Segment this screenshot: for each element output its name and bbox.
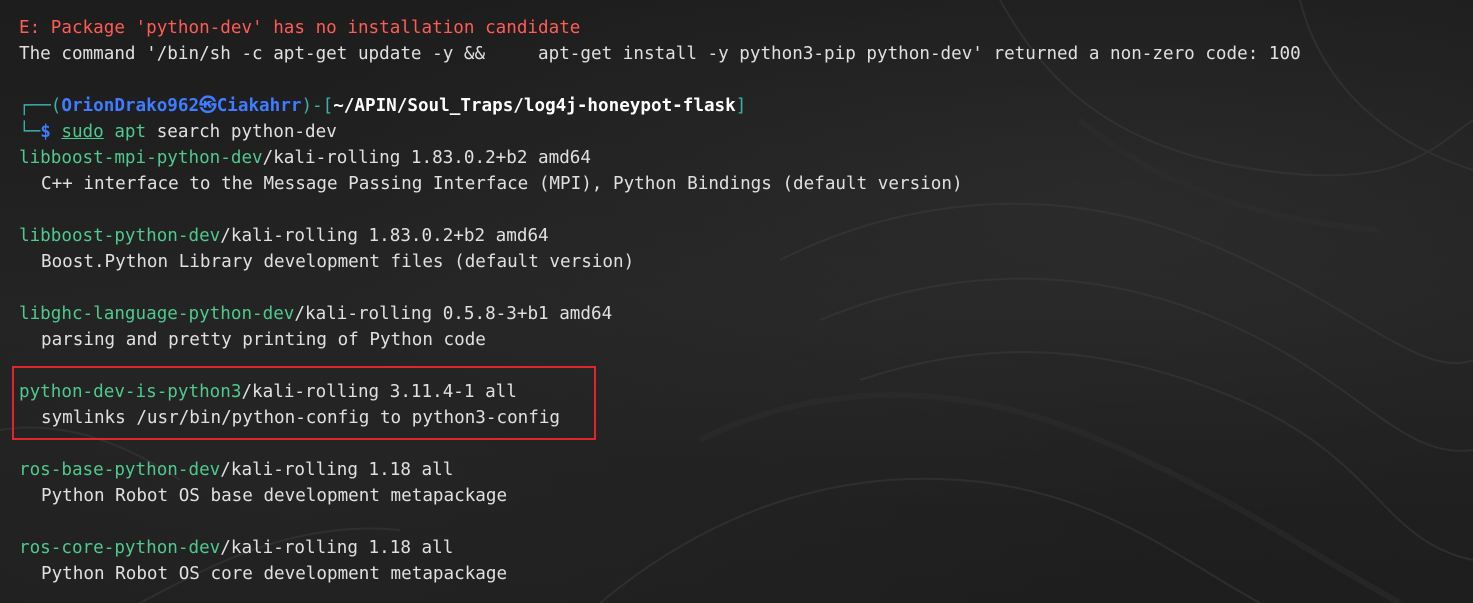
prompt-dollar: $ [40, 122, 51, 142]
prompt-frame-top: ┌──( [19, 96, 62, 116]
package-description: parsing and pretty printing of Python co… [41, 330, 486, 350]
package-name: ros-base-python-dev [19, 460, 221, 480]
result-header: ros-core-python-dev/kali-rolling 1.18 al… [19, 535, 1463, 561]
result-header: libboost-mpi-python-dev/kali-rolling 1.8… [19, 145, 1463, 171]
package-meta: /kali-rolling 1.83.0.2+b2 amd64 [262, 148, 591, 168]
prompt-line-command[interactable]: └─$ sudo apt search python-dev [19, 119, 1463, 145]
package-name: libghc-language-python-dev [19, 304, 295, 324]
package-name: libboost-mpi-python-dev [19, 148, 263, 168]
result-header: libboost-python-dev/kali-rolling 1.83.0.… [19, 223, 1463, 249]
command-error-message: The command '/bin/sh -c apt-get update -… [19, 44, 1301, 64]
package-meta: /kali-rolling 0.5.8-3+b1 amd64 [294, 304, 613, 324]
prompt-path: ~/APIN/Soul_Traps/log4j-honeypot-flask [333, 96, 736, 116]
package-description: Boost.Python Library development files (… [41, 252, 635, 272]
package-name: libboost-python-dev [19, 226, 221, 246]
package-description: Python Robot OS core development metapac… [41, 564, 508, 584]
package-meta: /kali-rolling 1.18 all [220, 538, 454, 558]
terminal-output: E: Package 'python-dev' has no installat… [19, 15, 1463, 587]
result-header: ros-base-python-dev/kali-rolling 1.18 al… [19, 457, 1463, 483]
prompt-frame-end: ] [735, 96, 747, 116]
package-meta: /kali-rolling 1.83.0.2+b2 amd64 [220, 226, 549, 246]
prompt-frame-mid: )-[ [301, 96, 334, 116]
result-header: libghc-language-python-dev/kali-rolling … [19, 301, 1463, 327]
command-apt: apt [114, 122, 147, 142]
prompt-user: OrionDrako962 [61, 96, 200, 116]
package-description: C++ interface to the Message Passing Int… [41, 174, 963, 194]
package-description: Python Robot OS base development metapac… [41, 486, 508, 506]
highlight-annotation-box [12, 366, 596, 440]
prompt-frame-bottom: └─ [19, 122, 41, 142]
package-name: ros-core-python-dev [19, 538, 221, 558]
prompt-at-icon: ㉿ [199, 96, 217, 116]
package-meta: /kali-rolling 1.18 all [220, 460, 454, 480]
error-message: E: Package 'python-dev' has no installat… [19, 18, 581, 38]
terminal-window[interactable]: E: Package 'python-dev' has no installat… [0, 0, 1473, 603]
prompt-line-top: ┌──(OrionDrako962㉿Ciakahrr)-[~/APIN/Soul… [19, 93, 1463, 119]
prompt-host: Ciakahrr [216, 96, 302, 116]
command-args: search python-dev [156, 122, 337, 142]
command-sudo: sudo [61, 122, 104, 142]
